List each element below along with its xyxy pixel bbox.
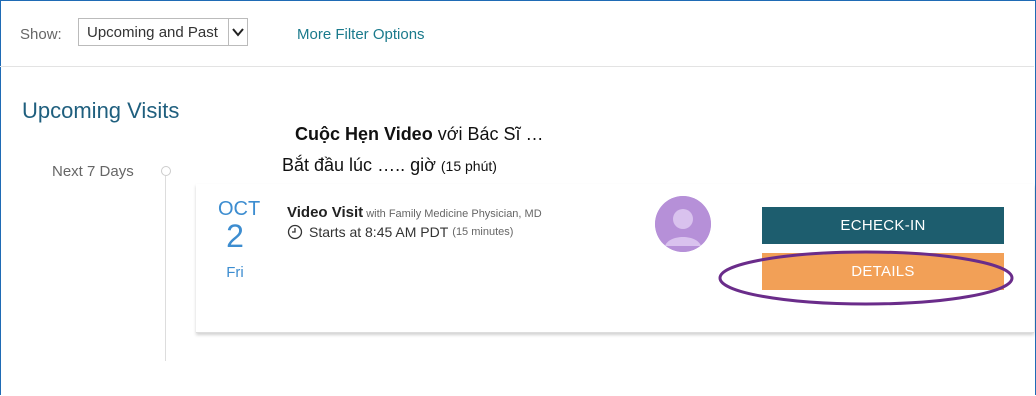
visit-title: Video Visit with Family Medicine Physici…	[287, 204, 542, 221]
visit-start-time: Starts at 8:45 AM PDT	[309, 224, 449, 240]
timeline-line	[165, 176, 166, 361]
clock-icon	[287, 224, 303, 240]
timeline-label: Next 7 Days	[52, 163, 134, 180]
annotation-start: Bắt đầu lúc ….. giờ	[282, 155, 441, 175]
echeck-in-button[interactable]: ECHECK-IN	[762, 207, 1004, 244]
show-label: Show:	[20, 26, 62, 43]
visit-time: Starts at 8:45 AM PDT (15 minutes)	[287, 224, 513, 240]
chevron-down-icon[interactable]	[228, 19, 247, 45]
timeline-dot	[161, 166, 171, 176]
visit-type: Video Visit	[287, 204, 364, 221]
annotation-line-1: Cuộc Hẹn Video với Bác Sĩ …	[295, 124, 544, 145]
more-filter-options-link[interactable]: More Filter Options	[297, 26, 425, 43]
show-select-value: Upcoming and Past	[87, 23, 218, 41]
annotation-rest: với Bác Sĩ …	[432, 124, 544, 144]
visit-weekday: Fri	[226, 264, 244, 281]
user-avatar-icon	[655, 196, 711, 252]
avatar	[655, 196, 711, 252]
annotation-duration: (15 phút)	[440, 158, 497, 174]
filter-bar: Show: Upcoming and Past More Filter Opti…	[0, 0, 1034, 67]
visit-provider: with Family Medicine Physician, MD	[363, 208, 542, 220]
annotation-line-2: Bắt đầu lúc ….. giờ (15 phút)	[282, 155, 497, 176]
page-title: Upcoming Visits	[22, 98, 180, 123]
annotation-bold: Cuộc Hẹn Video	[295, 124, 433, 144]
visit-day: 2	[226, 218, 244, 254]
visit-duration: (15 minutes)	[452, 226, 514, 238]
show-select[interactable]: Upcoming and Past	[78, 18, 248, 46]
highlight-ellipse	[718, 250, 1014, 306]
